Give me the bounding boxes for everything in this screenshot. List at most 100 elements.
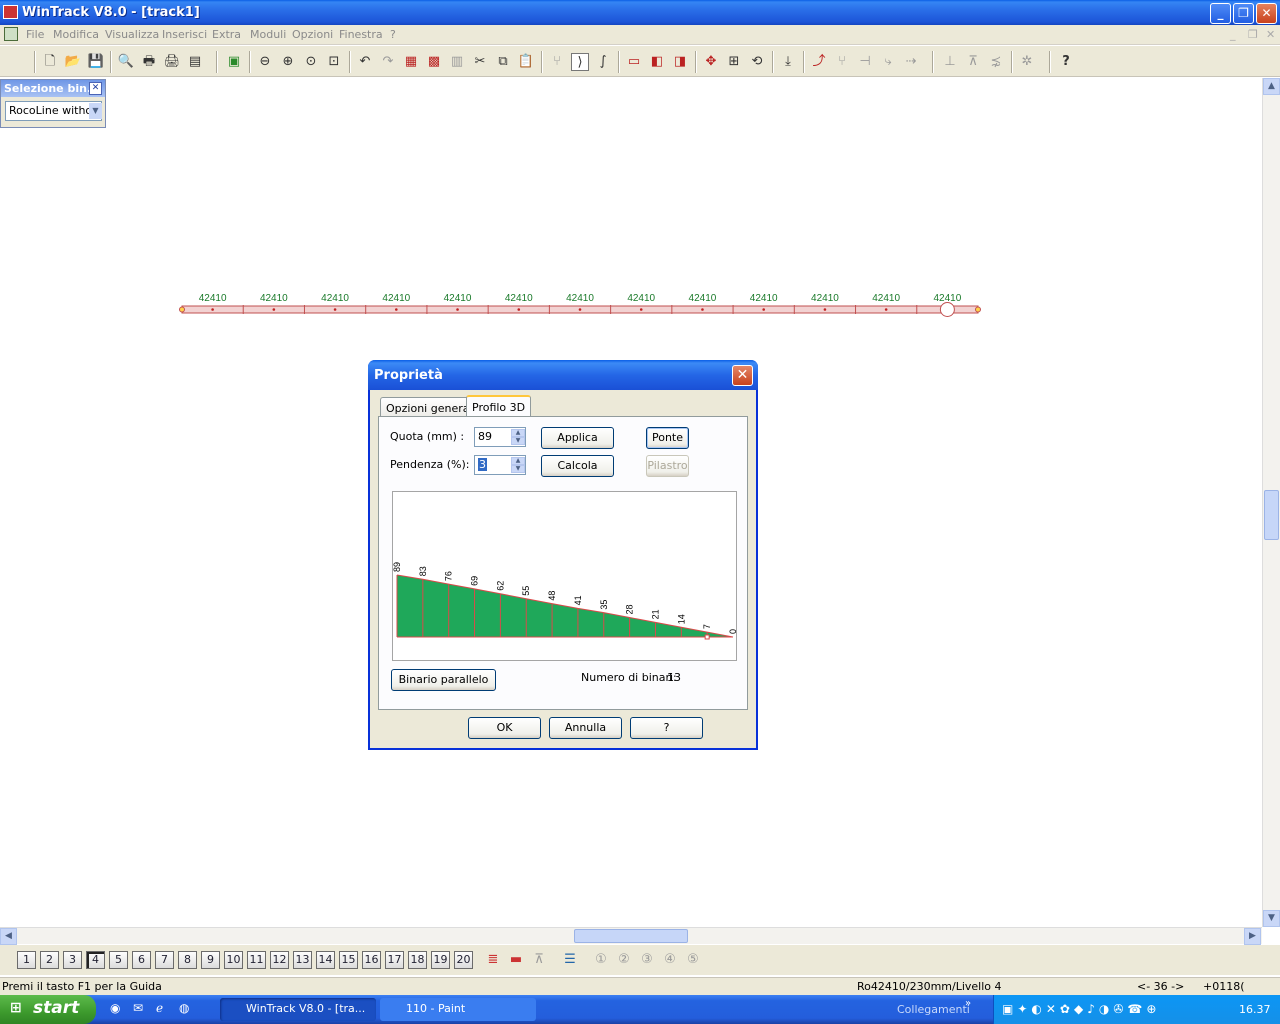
horizontal-scrollbar[interactable]: ◀ ▶ bbox=[0, 927, 1262, 945]
spin-up-icon[interactable]: ▲ bbox=[511, 429, 525, 437]
curve-track-icon[interactable]: ⟩ bbox=[571, 53, 589, 71]
menu-finestra[interactable]: Finestra bbox=[339, 28, 383, 41]
track-library-select[interactable]: RocoLine witho ▼ bbox=[5, 101, 102, 121]
start-button[interactable]: ⊞ start bbox=[0, 995, 96, 1024]
layer-button-8[interactable]: 8 bbox=[178, 951, 197, 969]
undo-icon[interactable]: ↶ bbox=[356, 53, 374, 71]
print-icon[interactable]: 🖶 bbox=[140, 53, 158, 71]
layer-button-1[interactable]: 1 bbox=[17, 951, 36, 969]
minimize-button[interactable]: _ bbox=[1210, 3, 1231, 24]
layer-button-14[interactable]: 14 bbox=[316, 951, 335, 969]
module-icon[interactable]: ▭ bbox=[625, 53, 643, 71]
vertical-scroll-thumb[interactable] bbox=[1264, 490, 1279, 540]
layer-button-7[interactable]: 7 bbox=[155, 951, 174, 969]
menu-inserisci[interactable]: Inserisci bbox=[162, 28, 207, 41]
align-icon[interactable]: ⊞ bbox=[725, 53, 743, 71]
context-help-icon[interactable]: ? bbox=[1057, 53, 1075, 71]
spin-down-icon[interactable]: ▼ bbox=[511, 437, 525, 445]
annulla-button[interactable]: Annulla bbox=[549, 717, 622, 739]
panel-close-icon[interactable]: ✕ bbox=[89, 82, 102, 95]
outlook-icon[interactable]: ✉ bbox=[133, 1001, 143, 1015]
spin-up-icon[interactable]: ▲ bbox=[511, 457, 525, 465]
layer-button-9[interactable]: 9 bbox=[201, 951, 220, 969]
paste-layer-icon[interactable]: ▩ bbox=[425, 53, 443, 71]
vertical-scrollbar[interactable]: ▲ ▼ bbox=[1262, 78, 1280, 927]
dialog-close-button[interactable]: ✕ bbox=[732, 365, 753, 386]
chevron-down-icon[interactable]: ▼ bbox=[89, 103, 102, 119]
zoom-in-icon[interactable]: ⊕ bbox=[279, 53, 297, 71]
layer-button-10[interactable]: 10 bbox=[224, 951, 243, 969]
open-folder-icon[interactable]: 📂 bbox=[64, 53, 82, 71]
chrome-icon[interactable]: ◍ bbox=[179, 1001, 189, 1015]
menu-opzioni[interactable]: Opzioni bbox=[292, 28, 333, 41]
layer-button-20[interactable]: 20 bbox=[454, 951, 473, 969]
task-wintrack[interactable]: WinTrack V8.0 - [tra... bbox=[220, 998, 376, 1021]
layer-red-icon[interactable]: ▬ bbox=[507, 951, 525, 969]
flex-track-icon[interactable]: ∫ bbox=[594, 53, 612, 71]
restore-button[interactable]: ❐ bbox=[1233, 3, 1254, 24]
layer-button-4[interactable]: 4 bbox=[86, 951, 105, 969]
close-button[interactable]: ✕ bbox=[1256, 3, 1277, 24]
layer-button-6[interactable]: 6 bbox=[132, 951, 151, 969]
help-button[interactable]: ? bbox=[630, 717, 703, 739]
new-file-icon[interactable]: 🗋 bbox=[41, 53, 59, 71]
layer-button-17[interactable]: 17 bbox=[385, 951, 404, 969]
zoom-window-icon[interactable]: ⊙ bbox=[302, 53, 320, 71]
print-setup-icon[interactable]: 🖨 bbox=[163, 53, 181, 71]
scroll-left-icon[interactable]: ◀ bbox=[0, 928, 17, 945]
media-player-icon[interactable]: ◉ bbox=[110, 1001, 120, 1015]
layer-button-18[interactable]: 18 bbox=[408, 951, 427, 969]
doc-minimize-icon[interactable]: _ bbox=[1230, 28, 1236, 41]
zoom-all-icon[interactable]: ⊡ bbox=[325, 53, 343, 71]
horizontal-scroll-thumb[interactable] bbox=[574, 929, 688, 943]
menu-moduli[interactable]: Moduli bbox=[250, 28, 286, 41]
applica-button[interactable]: Applica bbox=[541, 427, 614, 449]
save-icon[interactable]: 💾 bbox=[87, 53, 105, 71]
ok-button[interactable]: OK bbox=[468, 717, 541, 739]
cut-icon[interactable]: ✂ bbox=[471, 53, 489, 71]
layer-button-11[interactable]: 11 bbox=[247, 951, 266, 969]
layer-button-15[interactable]: 15 bbox=[339, 951, 358, 969]
scroll-right-icon[interactable]: ▶ bbox=[1244, 928, 1261, 945]
tray-icons[interactable]: ▣✦◐✕✿◆♪◑✇☎⊕ bbox=[1002, 1002, 1160, 1016]
parts-list-icon[interactable]: ▤ bbox=[186, 53, 204, 71]
task-paint[interactable]: 110 - Paint bbox=[380, 998, 536, 1021]
doc-close-icon[interactable]: ✕ bbox=[1266, 28, 1275, 41]
track-edit-icon[interactable]: ⤴ bbox=[810, 53, 828, 71]
copy-layer-icon[interactable]: ▦ bbox=[402, 53, 420, 71]
layer-button-5[interactable]: 5 bbox=[109, 951, 128, 969]
menu-extra[interactable]: Extra bbox=[212, 28, 241, 41]
quota-input[interactable]: 89 ▲ ▼ bbox=[474, 427, 526, 447]
ie-icon[interactable]: ℯ bbox=[156, 1001, 163, 1015]
ponte-button[interactable]: Ponte bbox=[646, 427, 689, 449]
rotate-180-icon[interactable]: ⟲ bbox=[748, 53, 766, 71]
scroll-down-icon[interactable]: ▼ bbox=[1263, 910, 1280, 927]
layer-button-12[interactable]: 12 bbox=[270, 951, 289, 969]
menu-modifica[interactable]: Modifica bbox=[53, 28, 99, 41]
document-icon[interactable] bbox=[4, 27, 18, 41]
links-toolbar[interactable]: Collegamenti bbox=[897, 1003, 970, 1016]
layer-stack-icon[interactable]: ☰ bbox=[561, 951, 579, 969]
binario-parallelo-button[interactable]: Binario parallelo bbox=[391, 669, 496, 691]
insert-icon[interactable]: ⤓ bbox=[779, 53, 797, 71]
pendenza-input[interactable]: 3 ▲ ▼ bbox=[474, 455, 526, 475]
menu-file[interactable]: File bbox=[26, 28, 44, 41]
menu-help[interactable]: ? bbox=[390, 28, 396, 41]
calcola-button[interactable]: Calcola bbox=[541, 455, 614, 477]
copy-icon[interactable]: ⧉ bbox=[494, 53, 512, 71]
layers-icon[interactable]: ≣ bbox=[484, 951, 502, 969]
doc-restore-icon[interactable]: ❐ bbox=[1248, 28, 1258, 41]
scroll-up-icon[interactable]: ▲ bbox=[1263, 78, 1280, 95]
image-icon[interactable]: ▣ bbox=[225, 53, 243, 71]
zoom-out-icon[interactable]: ⊖ bbox=[256, 53, 274, 71]
layer-button-19[interactable]: 19 bbox=[431, 951, 450, 969]
layer-button-3[interactable]: 3 bbox=[63, 951, 82, 969]
move-icon[interactable]: ✥ bbox=[702, 53, 720, 71]
chevron-right-icon[interactable]: » bbox=[965, 998, 971, 1009]
layer-button-13[interactable]: 13 bbox=[293, 951, 312, 969]
spin-down-icon[interactable]: ▼ bbox=[511, 465, 525, 473]
tab-profilo-3d[interactable]: Profilo 3D bbox=[466, 395, 532, 418]
app-icon[interactable] bbox=[3, 5, 18, 19]
print-preview-icon[interactable]: 🔍 bbox=[117, 53, 135, 71]
layer-button-2[interactable]: 2 bbox=[40, 951, 59, 969]
